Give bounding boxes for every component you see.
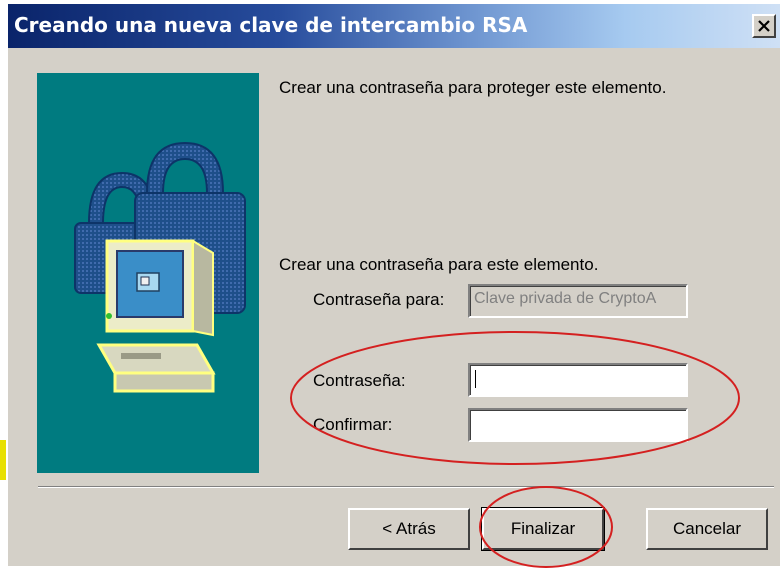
cancel-button[interactable]: Cancelar [646,508,768,550]
password-label: Contraseña: [313,371,406,390]
lock-computer-icon [74,141,246,393]
password-for-label: Contraseña para: [313,290,445,309]
back-button[interactable]: < Atrás [348,508,470,550]
password-field[interactable] [468,363,688,397]
password-for-field: Clave privada de CryptoA [468,284,688,318]
finish-button[interactable]: Finalizar [481,507,605,551]
confirm-label: Confirmar: [313,415,393,434]
text-caret [475,370,476,388]
password-for-value: Clave privada de CryptoA [474,290,657,307]
wizard-illustration-panel [37,73,259,473]
header-text: Crear una contraseña para proteger este … [279,78,667,97]
close-button[interactable] [752,14,776,38]
close-icon [758,20,770,32]
left-edge-mark [0,440,6,480]
window-title: Creando una nueva clave de intercambio R… [14,13,528,37]
section-text: Crear una contraseña para este elemento. [279,255,599,274]
dialog-window: Creando una nueva clave de intercambio R… [8,4,780,566]
title-bar: Creando una nueva clave de intercambio R… [8,4,780,48]
confirm-field[interactable] [468,408,688,442]
button-separator [38,486,774,488]
